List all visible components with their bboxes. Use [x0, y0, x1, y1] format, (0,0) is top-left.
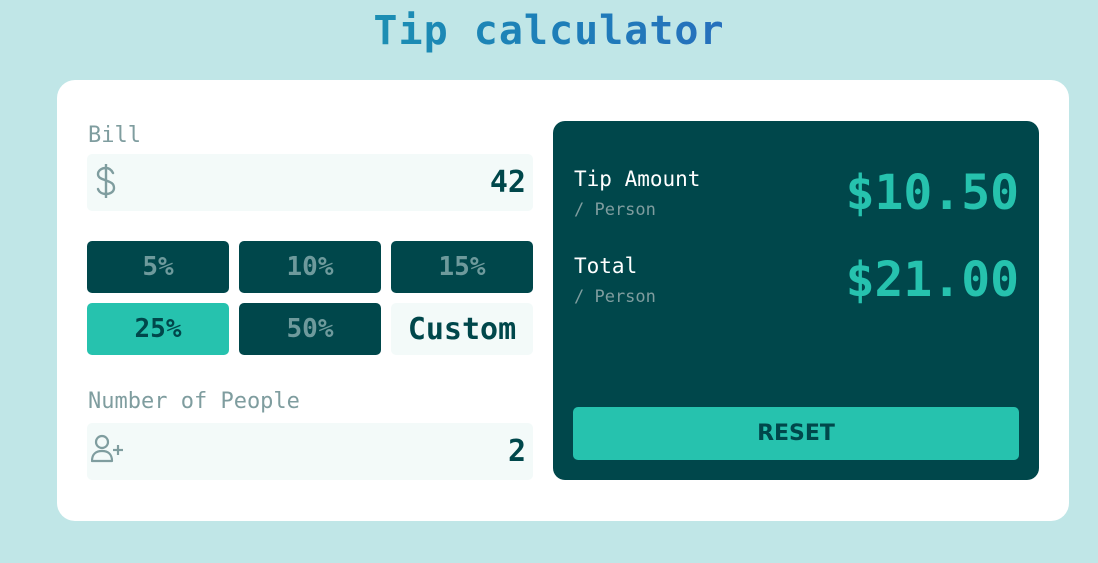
person-add-icon	[90, 434, 125, 468]
total-label: Total	[574, 254, 638, 278]
bill-value: 42	[489, 165, 526, 200]
people-input[interactable]: 2	[87, 423, 533, 480]
tip-amount-label: Tip Amount	[574, 167, 701, 191]
people-label: Number of People	[88, 389, 300, 414]
total-value: $21.00	[845, 252, 1019, 308]
tip-15-button[interactable]: 15%	[391, 241, 533, 293]
tip-per-person-label: / Person	[574, 200, 656, 220]
tip-50-button[interactable]: 50%	[239, 303, 381, 355]
bill-input[interactable]: 42	[87, 154, 533, 211]
app-title: Tip calculator	[0, 8, 1098, 54]
tip-5-button[interactable]: 5%	[87, 241, 229, 293]
people-value: 2	[507, 434, 526, 469]
tip-amount-value: $10.50	[845, 165, 1019, 221]
bill-label: Bill	[88, 123, 141, 148]
dollar-icon	[95, 164, 117, 204]
result-panel: Tip Amount / Person $10.50 Total / Perso…	[553, 121, 1039, 480]
reset-button[interactable]: RESET	[573, 407, 1019, 460]
total-per-person-label: / Person	[574, 287, 656, 307]
tip-10-button[interactable]: 10%	[239, 241, 381, 293]
custom-tip-input[interactable]: Custom	[391, 303, 533, 355]
tip-25-button[interactable]: 25%	[87, 303, 229, 355]
